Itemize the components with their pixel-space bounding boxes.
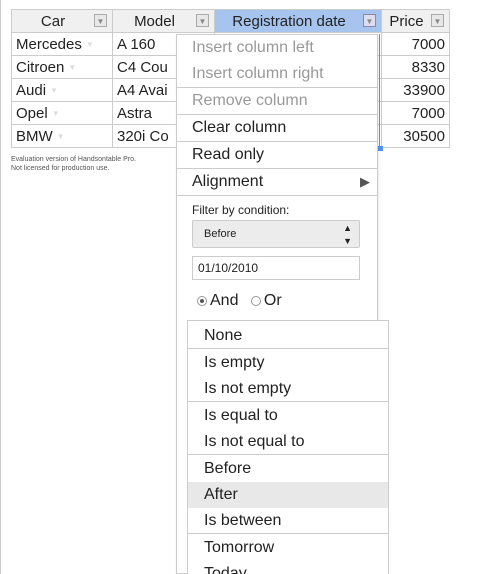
cell-car[interactable]: Audi ▼ (11, 78, 113, 102)
dropdown-arrow-icon[interactable]: ▼ (52, 109, 60, 118)
menu-separator (188, 401, 388, 402)
condition-option-is-not-empty[interactable]: Is not empty (188, 376, 388, 402)
radio-checked-icon[interactable] (197, 295, 207, 306)
column-header-price[interactable]: Price ▼ (381, 9, 450, 33)
cell-price[interactable]: 33900 (381, 78, 450, 102)
dropdown-arrow-icon[interactable]: ▼ (86, 40, 94, 49)
menu-item-insert-column-right: Insert column right (192, 65, 324, 82)
selection-border (379, 34, 380, 148)
condition-value-input[interactable]: 01/10/2010 (192, 256, 360, 280)
cell-car[interactable]: BMW ▼ (11, 124, 113, 148)
condition-select[interactable]: Before ▲ ▼ (192, 220, 360, 248)
and-label: And (210, 292, 239, 309)
cell-car[interactable]: Mercedes ▼ (11, 32, 113, 56)
license-line: Evaluation version of Handsontable Pro. (11, 156, 136, 163)
condition-option-none[interactable]: None (188, 323, 388, 349)
condition-option-is-between[interactable]: Is between (188, 508, 388, 534)
cell-price[interactable]: 7000 (381, 32, 450, 56)
menu-item-read-only[interactable]: Read only (177, 142, 377, 168)
column-header-car[interactable]: Car ▼ (11, 9, 113, 33)
menu-separator (188, 348, 388, 349)
column-menu-button[interactable]: ▼ (431, 14, 444, 27)
license-notice: Evaluation version of Handsontable Pro. … (11, 155, 136, 173)
filter-by-condition-label: Filter by condition: (192, 203, 290, 217)
dropdown-arrow-icon[interactable]: ▼ (68, 63, 76, 72)
radio-unchecked-icon[interactable] (250, 295, 261, 306)
menu-separator (188, 454, 388, 455)
cell-price[interactable]: 8330 (381, 55, 450, 79)
menu-item-label: Alignment (192, 173, 264, 190)
column-menu-button[interactable]: ▼ (363, 14, 376, 27)
cell-price[interactable]: 7000 (381, 101, 450, 125)
condition-select-value: Before (204, 228, 237, 240)
menu-separator (188, 533, 388, 534)
condition-option-before[interactable]: Before (188, 456, 388, 482)
and-radio-option[interactable]: And (197, 292, 238, 310)
menu-item-insert-column-left: Insert column left (192, 39, 314, 56)
condition-option-is-equal-to[interactable]: Is equal to (188, 403, 388, 429)
condition-option-after[interactable]: After (188, 482, 388, 508)
or-radio-option[interactable]: Or (250, 292, 282, 310)
cell-price[interactable]: 30500 (381, 124, 450, 148)
condition-option-tomorrow[interactable]: Tomorrow (188, 535, 388, 561)
selection-fill-handle[interactable] (378, 146, 383, 151)
operator-radio-group: And Or (197, 292, 290, 310)
column-header-model[interactable]: Model ▼ (112, 9, 215, 33)
column-header-label: Car (40, 12, 66, 30)
license-line: Not licensed for production use. (11, 165, 110, 172)
menu-separator (177, 195, 377, 196)
cell-car[interactable]: Citroen ▼ (11, 55, 113, 79)
column-header-label: Registration date (232, 12, 346, 30)
column-menu-button[interactable]: ▼ (94, 14, 107, 27)
or-label: Or (263, 292, 282, 309)
column-header-registration-date[interactable]: Registration date ▼ (214, 9, 382, 33)
menu-item-remove-column: Remove column (192, 92, 308, 109)
submenu-arrow-icon: ▶ (360, 174, 370, 189)
dropdown-arrow-icon[interactable]: ▼ (57, 132, 65, 141)
select-updown-icon: ▲ ▼ (343, 223, 352, 246)
cell-car[interactable]: Opel ▼ (11, 101, 113, 125)
condition-option-is-not-equal-to[interactable]: Is not equal to (188, 429, 388, 455)
condition-dropdown-list: None Is empty Is not empty Is equal to I… (187, 320, 389, 574)
condition-option-today[interactable]: Today (188, 561, 388, 574)
column-header-label: Model (134, 12, 175, 30)
dropdown-arrow-icon[interactable]: ▼ (50, 86, 58, 95)
menu-item-clear-column[interactable]: Clear column (177, 115, 377, 141)
menu-item-alignment[interactable]: Alignment ▶ (177, 169, 377, 195)
column-menu-button[interactable]: ▼ (196, 14, 209, 27)
column-header-label: Price (389, 12, 424, 30)
condition-option-is-empty[interactable]: Is empty (188, 350, 388, 376)
